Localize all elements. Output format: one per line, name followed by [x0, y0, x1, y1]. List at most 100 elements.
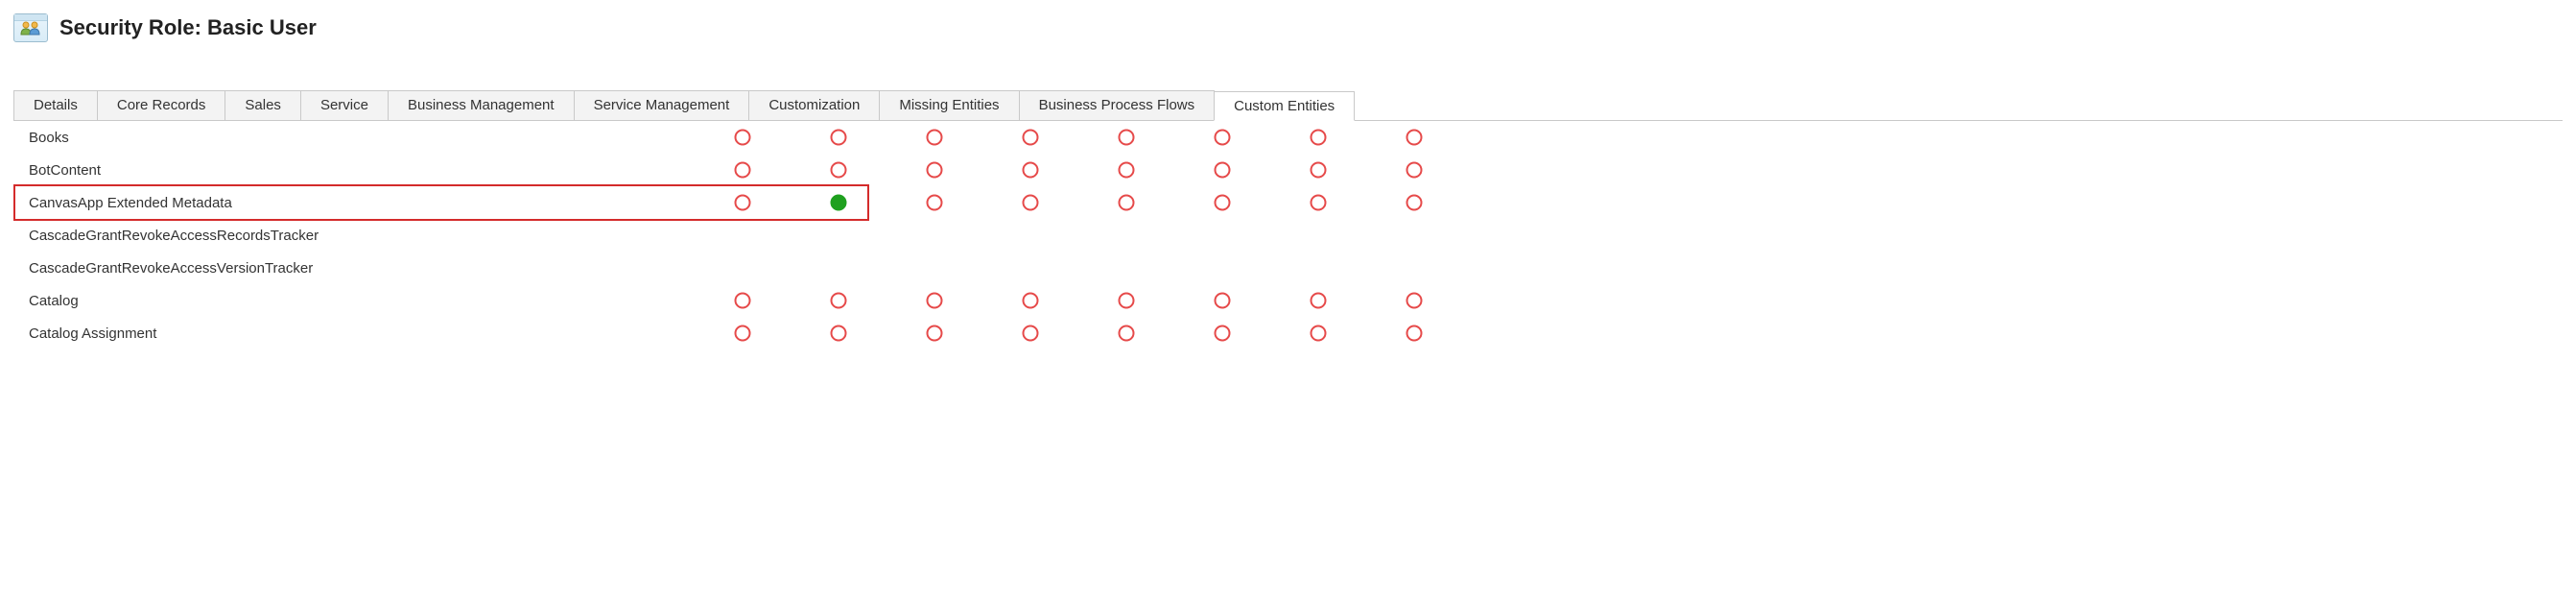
privilege-cell: [791, 129, 886, 146]
privilege-cell: [695, 161, 791, 179]
privilege-cell: [886, 292, 982, 309]
privilege-toggle[interactable]: [1406, 292, 1423, 309]
privilege-toggle[interactable]: [1310, 292, 1327, 309]
privilege-toggle[interactable]: [830, 325, 847, 342]
privilege-cell: [1078, 292, 1174, 309]
privilege-cell: [982, 194, 1078, 211]
privilege-toggle[interactable]: [926, 129, 943, 146]
privilege-cell: [1270, 129, 1366, 146]
privilege-cell: [1366, 194, 1462, 211]
privilege-toggle[interactable]: [1310, 325, 1327, 342]
tab-missing-entities[interactable]: Missing Entities: [879, 90, 1019, 120]
tab-business-management[interactable]: Business Management: [388, 90, 575, 120]
privilege-cell: [1174, 292, 1270, 309]
tab-sales[interactable]: Sales: [225, 90, 301, 120]
tab-details[interactable]: Details: [13, 90, 98, 120]
privilege-cell: [1366, 129, 1462, 146]
privilege-toggle[interactable]: [1022, 161, 1039, 179]
security-role-icon: [13, 13, 48, 42]
privilege-toggle[interactable]: [1022, 129, 1039, 146]
privilege-toggle[interactable]: [830, 161, 847, 179]
table-row: CascadeGrantRevokeAccessRecordsTracker: [13, 219, 2563, 252]
privilege-cell: [982, 292, 1078, 309]
privilege-toggle[interactable]: [1214, 292, 1231, 309]
privilege-toggle[interactable]: [926, 161, 943, 179]
privilege-toggle[interactable]: [1118, 325, 1135, 342]
privilege-cell: [695, 325, 791, 342]
table-row: CanvasApp Extended Metadata: [13, 186, 2563, 219]
privilege-grid: BooksBotContentCanvasApp Extended Metada…: [13, 121, 2563, 349]
privilege-cell: [1366, 161, 1462, 179]
privilege-toggle[interactable]: [1214, 161, 1231, 179]
privilege-toggle[interactable]: [1406, 129, 1423, 146]
entity-name: CanvasApp Extended Metadata: [13, 195, 695, 211]
privilege-toggle[interactable]: [1406, 194, 1423, 211]
privilege-toggle[interactable]: [1310, 161, 1327, 179]
privilege-toggle[interactable]: [734, 129, 751, 146]
privilege-cell: [1078, 161, 1174, 179]
privilege-cell: [791, 161, 886, 179]
privilege-toggle[interactable]: [1214, 129, 1231, 146]
privilege-toggle[interactable]: [1022, 292, 1039, 309]
privilege-cell: [886, 325, 982, 342]
privilege-toggle[interactable]: [734, 292, 751, 309]
privilege-toggle[interactable]: [1310, 129, 1327, 146]
privilege-cell: [1078, 325, 1174, 342]
privilege-cell: [1270, 161, 1366, 179]
entity-name: CascadeGrantRevokeAccessRecordsTracker: [13, 228, 695, 244]
privilege-cell: [791, 292, 886, 309]
privilege-toggle[interactable]: [830, 194, 847, 211]
tab-customization[interactable]: Customization: [748, 90, 880, 120]
privilege-toggle[interactable]: [734, 194, 751, 211]
privilege-cell: [1270, 292, 1366, 309]
tab-business-process-flows[interactable]: Business Process Flows: [1019, 90, 1216, 120]
privilege-toggle[interactable]: [1214, 194, 1231, 211]
privilege-cell: [982, 161, 1078, 179]
privilege-cell: [886, 194, 982, 211]
entity-name: CascadeGrantRevokeAccessVersionTracker: [13, 260, 695, 277]
privilege-cell: [791, 325, 886, 342]
privilege-toggle[interactable]: [1118, 161, 1135, 179]
privilege-cell: [791, 194, 886, 211]
privilege-toggle[interactable]: [1118, 194, 1135, 211]
privilege-toggle[interactable]: [1118, 292, 1135, 309]
table-row: BotContent: [13, 154, 2563, 186]
privilege-toggle[interactable]: [1022, 325, 1039, 342]
privilege-toggle[interactable]: [734, 161, 751, 179]
privilege-cell: [1174, 325, 1270, 342]
privilege-toggle[interactable]: [734, 325, 751, 342]
privilege-toggle[interactable]: [1118, 129, 1135, 146]
privilege-cell: [1174, 129, 1270, 146]
privilege-toggle[interactable]: [926, 292, 943, 309]
page-title: Security Role: Basic User: [59, 15, 317, 40]
table-row: Catalog: [13, 284, 2563, 317]
privilege-cell: [1174, 161, 1270, 179]
privilege-toggle[interactable]: [1406, 325, 1423, 342]
entity-name: Catalog Assignment: [13, 325, 695, 342]
privilege-toggle[interactable]: [1022, 194, 1039, 211]
privilege-toggle[interactable]: [926, 194, 943, 211]
privilege-cell: [1270, 325, 1366, 342]
privilege-cell: [695, 129, 791, 146]
privilege-cell: [1078, 129, 1174, 146]
privilege-cell: [982, 129, 1078, 146]
table-row: CascadeGrantRevokeAccessVersionTracker: [13, 252, 2563, 284]
privilege-toggle[interactable]: [926, 325, 943, 342]
privilege-toggle[interactable]: [830, 129, 847, 146]
privilege-toggle[interactable]: [1406, 161, 1423, 179]
privilege-cell: [1078, 194, 1174, 211]
privilege-toggle[interactable]: [1214, 325, 1231, 342]
privilege-toggle[interactable]: [830, 292, 847, 309]
privilege-cell: [1366, 292, 1462, 309]
privilege-toggle[interactable]: [1310, 194, 1327, 211]
entity-name: BotContent: [13, 162, 695, 179]
tab-service-management[interactable]: Service Management: [574, 90, 750, 120]
tab-custom-entities[interactable]: Custom Entities: [1214, 91, 1355, 121]
privilege-cell: [886, 161, 982, 179]
tab-core-records[interactable]: Core Records: [97, 90, 226, 120]
entity-name: Catalog: [13, 293, 695, 309]
tab-service[interactable]: Service: [300, 90, 389, 120]
tab-strip: DetailsCore RecordsSalesServiceBusiness …: [13, 90, 2563, 121]
page-header: Security Role: Basic User: [0, 0, 2576, 52]
privilege-cell: [886, 129, 982, 146]
